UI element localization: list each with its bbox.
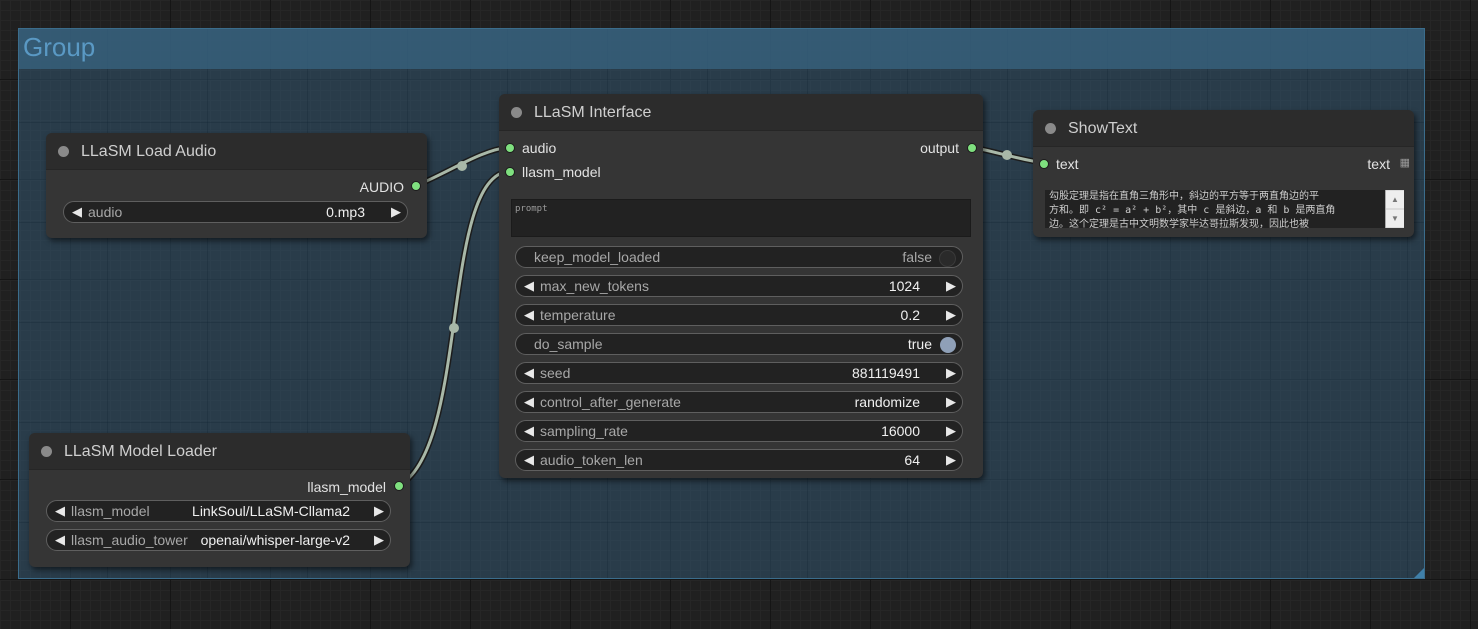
output-slot-dot[interactable] — [967, 143, 977, 153]
link-midpoint-model — [449, 323, 459, 333]
node-llasm-interface[interactable]: LLaSM Interface audio llasm_model output… — [499, 94, 983, 478]
input-slot-dot-text[interactable] — [1039, 159, 1049, 169]
arrow-left-icon[interactable]: ◀ — [524, 365, 534, 381]
seed-number[interactable]: ◀ seed 881119491 ▶ — [515, 362, 963, 384]
collapse-dot-icon[interactable] — [58, 146, 69, 157]
input-slot-label-text: text — [1056, 156, 1079, 172]
textarea-scrollbar[interactable]: ▲ ▼ — [1385, 190, 1404, 228]
widget-label: keep_model_loaded — [534, 249, 661, 265]
node-title: LLaSM Interface — [534, 104, 652, 121]
scroll-down-icon[interactable]: ▼ — [1386, 210, 1404, 227]
arrow-left-icon[interactable]: ◀ — [524, 394, 534, 410]
widget-label: do_sample — [534, 336, 603, 352]
text-line: 方和。即 c² = a² + b²，其中 c 是斜边，a 和 b 是两直角 — [1049, 205, 1336, 216]
widget-value: 0.mp3 — [326, 204, 365, 220]
arrow-right-icon[interactable]: ▶ — [946, 452, 956, 468]
input-slot-label-audio: audio — [522, 140, 557, 156]
node-title-bar[interactable]: ShowText — [1033, 110, 1414, 147]
arrow-right-icon[interactable]: ▶ — [946, 307, 956, 323]
node-title-bar[interactable]: LLaSM Interface — [499, 94, 983, 131]
widget-label: audio — [88, 204, 123, 220]
arrow-left-icon[interactable]: ◀ — [55, 503, 65, 519]
node-llasm-load-audio[interactable]: LLaSM Load Audio AUDIO ◀ audio 0.mp3 ▶ — [46, 133, 427, 238]
arrow-right-icon[interactable]: ▶ — [391, 204, 401, 220]
widget-value: false — [902, 249, 932, 265]
arrow-right-icon[interactable]: ▶ — [946, 278, 956, 294]
keep-model-loaded-toggle[interactable]: keep_model_loaded false — [515, 246, 963, 268]
collapse-dot-icon[interactable] — [1045, 123, 1056, 134]
widget-value: 16000 — [881, 423, 920, 439]
link-midpoint-audio — [457, 161, 467, 171]
text-line: 勾股定理是指在直角三角形中，斜边的平方等于两直角边的平 — [1049, 191, 1319, 202]
input-slot-dot-audio[interactable] — [505, 143, 515, 153]
arrow-right-icon[interactable]: ▶ — [946, 365, 956, 381]
arrow-left-icon[interactable]: ◀ — [524, 423, 534, 439]
widget-label: llasm_audio_tower — [71, 532, 188, 548]
arrow-right-icon[interactable]: ▶ — [946, 423, 956, 439]
arrow-left-icon[interactable]: ◀ — [55, 532, 65, 548]
prompt-textarea[interactable]: prompt — [511, 199, 971, 237]
input-slot-dot-llasm-model[interactable] — [505, 167, 515, 177]
audio-token-len-number[interactable]: ◀ audio_token_len 64 ▶ — [515, 449, 963, 471]
link-midpoint-output — [1002, 150, 1012, 160]
list-output-grid-icon[interactable]: ▦ — [1400, 156, 1410, 169]
scroll-up-icon[interactable]: ▲ — [1386, 191, 1404, 208]
arrow-right-icon[interactable]: ▶ — [374, 503, 384, 519]
max-new-tokens-number[interactable]: ◀ max_new_tokens 1024 ▶ — [515, 275, 963, 297]
widget-label: llasm_model — [71, 503, 150, 519]
output-slot-dot[interactable] — [411, 181, 421, 191]
widget-label: control_after_generate — [540, 394, 681, 410]
widget-label: temperature — [540, 307, 616, 323]
node-title: LLaSM Load Audio — [81, 143, 217, 160]
temperature-number[interactable]: ◀ temperature 0.2 ▶ — [515, 304, 963, 326]
arrow-left-icon[interactable]: ◀ — [72, 204, 82, 220]
arrow-left-icon[interactable]: ◀ — [524, 307, 534, 323]
widget-value: 64 — [904, 452, 920, 468]
arrow-left-icon[interactable]: ◀ — [524, 278, 534, 294]
node-title-bar[interactable]: LLaSM Model Loader — [29, 433, 410, 470]
node-title-bar[interactable]: LLaSM Load Audio — [46, 133, 427, 170]
arrow-right-icon[interactable]: ▶ — [374, 532, 384, 548]
sampling-rate-number[interactable]: ◀ sampling_rate 16000 ▶ — [515, 420, 963, 442]
output-slot-label: llasm_model — [307, 479, 386, 495]
do-sample-toggle[interactable]: do_sample true — [515, 333, 963, 355]
widget-label: seed — [540, 365, 571, 381]
arrow-left-icon[interactable]: ◀ — [524, 452, 534, 468]
node-title: LLaSM Model Loader — [64, 443, 217, 460]
widget-value: openai/whisper-large-v2 — [200, 532, 350, 548]
output-slot-label: AUDIO — [359, 179, 404, 195]
llasm-model-combo-widget[interactable]: ◀ llasm_model LinkSoul/LLaSM-Cllama2 ▶ — [46, 500, 391, 522]
audio-combo-widget[interactable]: ◀ audio 0.mp3 ▶ — [63, 201, 408, 223]
node-show-text[interactable]: ShowText text text ▦ 勾股定理是指在直角三角形中，斜边的平方… — [1033, 110, 1414, 237]
widget-value: LinkSoul/LLaSM-Cllama2 — [192, 503, 350, 519]
collapse-dot-icon[interactable] — [511, 107, 522, 118]
show-text-output-textarea[interactable]: 勾股定理是指在直角三角形中，斜边的平方等于两直角边的平 方和。即 c² = a²… — [1045, 190, 1385, 228]
widget-label: audio_token_len — [540, 452, 643, 468]
node-title: ShowText — [1068, 120, 1138, 137]
control-after-generate-combo[interactable]: ◀ control_after_generate randomize ▶ — [515, 391, 963, 413]
toggle-on-icon[interactable] — [940, 337, 956, 353]
text-line: 边。这个定理是古中文明数学家毕达哥拉斯发现，因此也被 — [1049, 219, 1309, 228]
widget-value: 0.2 — [900, 307, 920, 323]
collapse-dot-icon[interactable] — [41, 446, 52, 457]
output-slot-label: output — [920, 140, 959, 156]
widget-value: randomize — [854, 394, 920, 410]
input-slot-label-llasm-model: llasm_model — [522, 164, 601, 180]
toggle-off-icon[interactable] — [939, 250, 956, 267]
widget-value: 881119491 — [852, 365, 920, 381]
output-slot-label: text — [1367, 156, 1390, 172]
widget-label: max_new_tokens — [540, 278, 649, 294]
arrow-right-icon[interactable]: ▶ — [946, 394, 956, 410]
widget-value: true — [907, 336, 932, 352]
output-slot-dot[interactable] — [394, 481, 404, 491]
node-llasm-model-loader[interactable]: LLaSM Model Loader llasm_model ◀ llasm_m… — [29, 433, 410, 567]
widget-value: 1024 — [888, 278, 920, 294]
widget-label: sampling_rate — [540, 423, 628, 439]
prompt-placeholder: prompt — [515, 204, 548, 214]
llasm-audio-tower-combo-widget[interactable]: ◀ llasm_audio_tower openai/whisper-large… — [46, 529, 391, 551]
